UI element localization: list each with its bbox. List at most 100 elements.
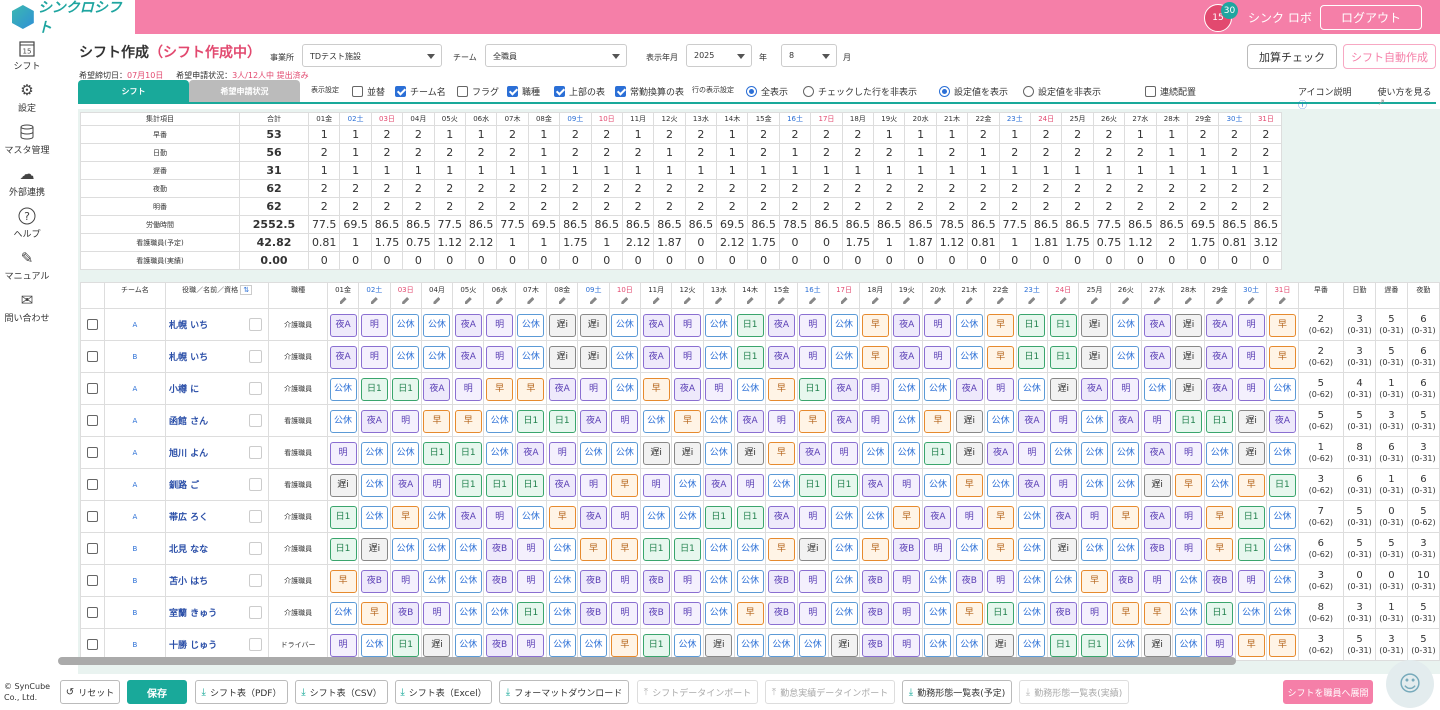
shift-cell[interactable]: 明: [921, 340, 955, 373]
opt-show-all[interactable]: 全表示: [746, 85, 788, 98]
reset-button[interactable]: ↺ リセット: [60, 680, 120, 704]
shift-badge[interactable]: 公休: [329, 410, 357, 433]
shift-cell[interactable]: 早: [452, 404, 485, 437]
shift-cell[interactable]: 夜A: [1203, 340, 1236, 373]
shift-badge[interactable]: 明: [799, 346, 827, 369]
day-header[interactable]: 22金: [984, 282, 1017, 309]
shift-cell[interactable]: 日1: [796, 468, 829, 501]
shift-badge[interactable]: 公休: [1174, 602, 1202, 625]
shift-badge[interactable]: 公休: [1018, 602, 1046, 625]
shift-cell[interactable]: 夜A: [358, 404, 391, 437]
shift-cell[interactable]: 公休: [608, 372, 642, 405]
row-select[interactable]: [80, 436, 105, 469]
row-select[interactable]: [80, 564, 105, 597]
shift-cell[interactable]: 早: [671, 404, 704, 437]
shift-badge[interactable]: 夜A: [517, 442, 545, 465]
nav-shift[interactable]: 15 シフト: [0, 38, 54, 78]
shift-cell[interactable]: 公休: [1047, 564, 1080, 597]
day-header[interactable]: 12火: [671, 282, 704, 309]
shift-badge[interactable]: 早: [1174, 474, 1202, 497]
shift-badge[interactable]: 明: [736, 474, 764, 497]
shift-badge[interactable]: 公休: [1206, 474, 1234, 497]
shift-cell[interactable]: 日1: [514, 468, 548, 501]
shift-badge[interactable]: 早: [924, 410, 952, 433]
shift-cell[interactable]: 夜B: [639, 564, 673, 597]
shift-badge[interactable]: 日1: [673, 538, 701, 561]
checkbox[interactable]: [86, 575, 98, 586]
shift-cell[interactable]: 早: [1266, 340, 1299, 373]
shift-badge[interactable]: 日1: [1237, 506, 1265, 529]
shift-badge[interactable]: 夜A: [830, 410, 858, 433]
shift-cell[interactable]: 夜A: [890, 340, 923, 373]
pencil-icon[interactable]: [777, 297, 785, 304]
shift-cell[interactable]: 公休: [1047, 436, 1080, 469]
shift-badge[interactable]: 明: [611, 570, 639, 593]
shift-badge[interactable]: 日1: [329, 538, 357, 561]
shift-cell[interactable]: 夜A: [733, 404, 767, 437]
pdf-button[interactable]: ⤓ シフト表（PDF）: [195, 680, 288, 704]
shift-badge[interactable]: 早: [673, 410, 701, 433]
shift-cell[interactable]: 遅i: [326, 468, 360, 501]
shift-cell[interactable]: 夜B: [577, 596, 610, 629]
shift-cell[interactable]: 夜B: [890, 532, 923, 565]
shift-badge[interactable]: 明: [893, 634, 921, 657]
shift-badge[interactable]: 遅i: [360, 538, 388, 561]
shift-cell[interactable]: 明: [389, 404, 422, 437]
shift-badge[interactable]: 遅i: [987, 634, 1015, 657]
shift-badge[interactable]: 遅i: [799, 538, 827, 561]
shift-badge[interactable]: 公休: [1081, 474, 1109, 497]
shift-badge[interactable]: 夜A: [1206, 346, 1234, 369]
day-header[interactable]: 16土: [796, 282, 829, 309]
shift-cell[interactable]: 夜A: [1203, 372, 1236, 405]
shift-badge[interactable]: 日1: [987, 602, 1015, 625]
shift-cell[interactable]: 夜B: [1047, 596, 1080, 629]
shift-badge[interactable]: 明: [1081, 506, 1109, 529]
shift-badge[interactable]: 明: [767, 410, 795, 433]
shift-cell[interactable]: 日1: [921, 436, 955, 469]
shift-cell[interactable]: 公休: [953, 628, 986, 661]
nav-manual[interactable]: ✎ マニュアル: [0, 248, 54, 288]
shift-cell[interactable]: 早: [765, 372, 798, 405]
staff-name[interactable]: 釧路 ご: [165, 468, 270, 501]
shift-badge[interactable]: 明: [580, 474, 608, 497]
shift-cell[interactable]: 明: [671, 564, 704, 597]
shift-badge[interactable]: 公休: [987, 410, 1015, 433]
year-select[interactable]: 2025: [686, 44, 752, 67]
shift-cell[interactable]: 明: [702, 372, 735, 405]
shift-badge[interactable]: 公休: [673, 634, 701, 657]
shift-badge[interactable]: 明: [1143, 410, 1171, 433]
shift-cell[interactable]: 公休: [577, 436, 610, 469]
shift-badge[interactable]: 公休: [1018, 506, 1046, 529]
pencil-icon[interactable]: [527, 297, 535, 304]
shift-badge[interactable]: 公休: [392, 346, 420, 369]
shift-cell[interactable]: 早: [984, 308, 1017, 341]
shift-cell[interactable]: 明: [796, 564, 829, 597]
shift-cell[interactable]: 遅i: [1172, 340, 1205, 373]
day-header[interactable]: 24日: [1047, 282, 1080, 309]
shift-cell[interactable]: 明: [733, 468, 767, 501]
shift-cell[interactable]: 公休: [765, 628, 798, 661]
shift-badge[interactable]: 日1: [1268, 474, 1296, 497]
shift-cell[interactable]: 公休: [1015, 564, 1049, 597]
shift-cell[interactable]: 公休: [1266, 532, 1299, 565]
shift-badge[interactable]: 公休: [705, 602, 733, 625]
shift-badge[interactable]: 遅i: [1237, 410, 1265, 433]
shift-badge[interactable]: 夜A: [1018, 474, 1046, 497]
shift-badge[interactable]: 早: [799, 410, 827, 433]
day-header[interactable]: 31日: [1266, 282, 1299, 309]
shift-cell[interactable]: 夜B: [358, 564, 391, 597]
checkbox[interactable]: [86, 415, 98, 426]
shift-cell[interactable]: 夜A: [1015, 404, 1049, 437]
shift-badge[interactable]: 明: [486, 314, 514, 337]
shift-cell[interactable]: 早: [546, 500, 579, 533]
checkbox[interactable]: [86, 479, 98, 490]
shift-cell[interactable]: 遅i: [953, 436, 986, 469]
chevron-down-icon[interactable]: [249, 446, 263, 459]
shift-badge[interactable]: 日1: [1018, 346, 1046, 369]
shift-badge[interactable]: 夜A: [673, 378, 701, 401]
shift-badge[interactable]: 早: [642, 378, 670, 401]
shift-badge[interactable]: 夜A: [642, 314, 670, 337]
shift-cell[interactable]: 明: [514, 532, 548, 565]
shift-badge[interactable]: 早: [517, 378, 545, 401]
shift-badge[interactable]: 早: [767, 378, 795, 401]
